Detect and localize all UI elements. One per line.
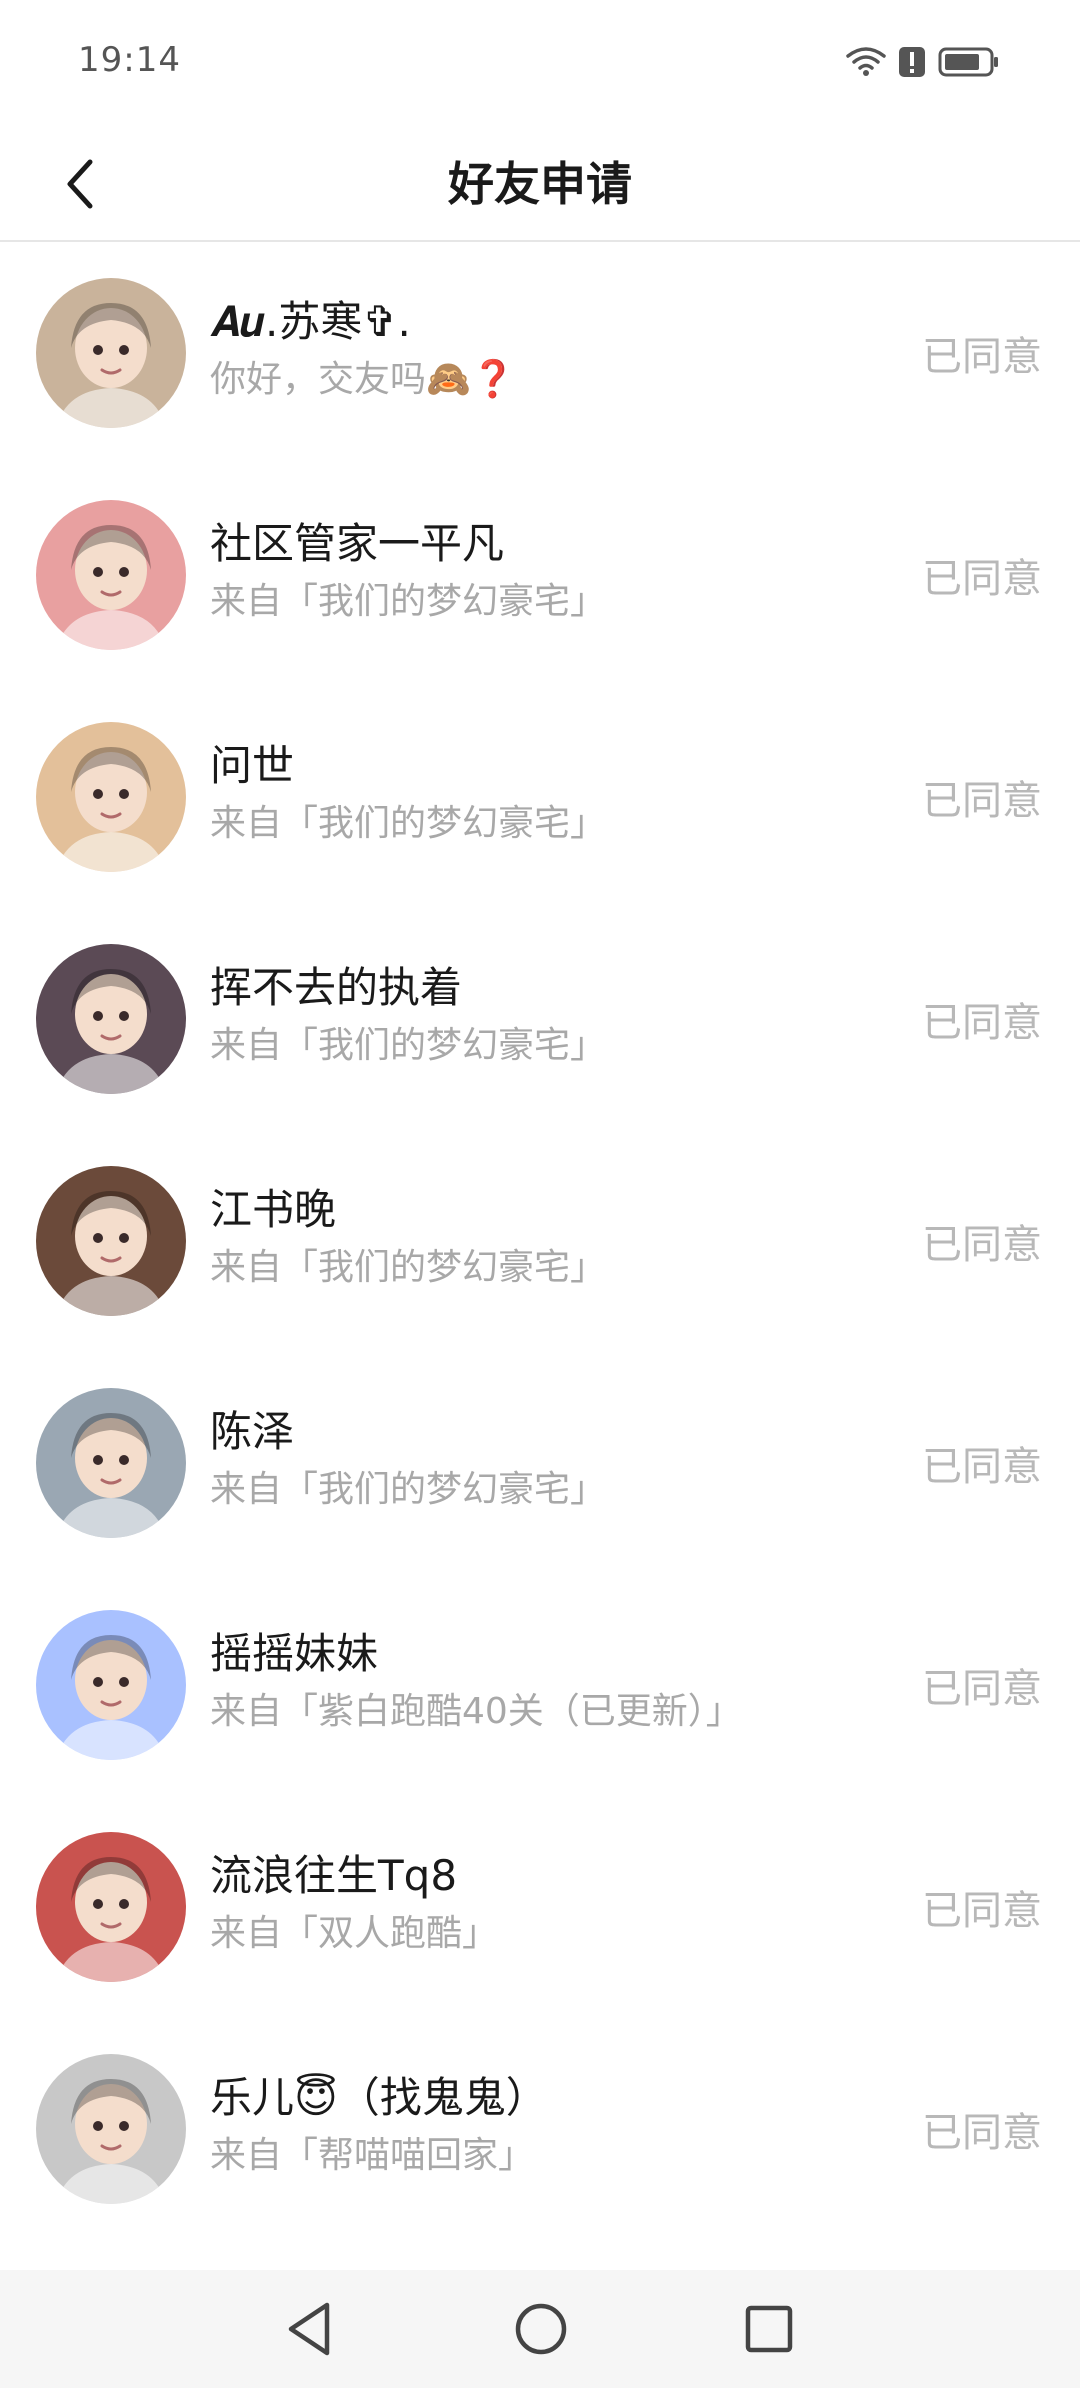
friend-request-item[interactable]: 江书晚 来自「我们的梦幻豪宅」 已同意 [0, 1130, 1080, 1352]
app-header: 好友申请 [0, 128, 1080, 242]
friend-request-item[interactable]: 社区管家一平凡 来自「我们的梦幻豪宅」 已同意 [0, 464, 1080, 686]
nav-home-button[interactable] [504, 2292, 578, 2366]
avatar[interactable] [36, 944, 186, 1094]
requester-name: 江书晚 [210, 1185, 337, 1234]
request-status: 已同意 [922, 1888, 1042, 1934]
friend-request-list: 𝑨𝒖.苏寒✞. 你好，交友吗🙈❓ 已同意 社区管家一平凡 来自「我们的梦幻豪宅」… [0, 242, 1080, 2240]
back-button[interactable] [44, 148, 116, 220]
requester-name: 问世 [210, 741, 295, 790]
requester-name: 社区管家一平凡 [210, 519, 505, 568]
requester-name: 摇摇妹妹 [210, 1629, 379, 1678]
alert-icon [898, 46, 926, 82]
request-source: 来自「我们的梦幻豪宅」 [210, 581, 607, 622]
request-status: 已同意 [922, 334, 1042, 380]
page-title: 好友申请 [448, 157, 632, 211]
requester-name: 流浪往生Tq8 [210, 1851, 458, 1900]
avatar[interactable] [36, 1388, 186, 1538]
request-status: 已同意 [922, 556, 1042, 602]
wifi-icon [846, 46, 886, 82]
friend-request-item[interactable]: 乐儿😇（找鬼鬼） 来自「帮喵喵回家」 已同意 [0, 2018, 1080, 2240]
friend-request-item[interactable]: 问世 来自「我们的梦幻豪宅」 已同意 [0, 686, 1080, 908]
requester-name: 挥不去的执着 [210, 963, 463, 1012]
avatar[interactable] [36, 1610, 186, 1760]
avatar[interactable] [36, 1166, 186, 1316]
friend-request-item[interactable]: 流浪往生Tq8 来自「双人跑酷」 已同意 [0, 1796, 1080, 2018]
request-source: 来自「我们的梦幻豪宅」 [210, 1247, 607, 1288]
request-status: 已同意 [922, 1222, 1042, 1268]
requester-name: 陈泽 [210, 1407, 295, 1456]
request-source: 来自「帮喵喵回家」 [210, 2135, 535, 2176]
requester-name: 乐儿😇（找鬼鬼） [210, 2073, 548, 2122]
request-status: 已同意 [922, 1666, 1042, 1712]
square-recent-icon [745, 2305, 793, 2353]
avatar[interactable] [36, 2054, 186, 2204]
avatar[interactable] [36, 278, 186, 428]
avatar[interactable] [36, 500, 186, 650]
request-source: 来自「我们的梦幻豪宅」 [210, 1469, 607, 1510]
status-bar: 19:14 [0, 0, 1080, 128]
status-icons [846, 46, 1000, 82]
avatar[interactable] [36, 1832, 186, 1982]
status-time: 19:14 [78, 40, 181, 80]
friend-request-item[interactable]: 摇摇妹妹 来自「紫白跑酷40关（已更新）」 已同意 [0, 1574, 1080, 1796]
friend-request-item[interactable]: 挥不去的执着 来自「我们的梦幻豪宅」 已同意 [0, 908, 1080, 1130]
nav-back-button[interactable] [272, 2292, 346, 2366]
request-message: 你好，交友吗🙈❓ [210, 359, 516, 400]
request-source: 来自「紫白跑酷40关（已更新）」 [210, 1691, 742, 1732]
request-source: 来自「我们的梦幻豪宅」 [210, 1025, 607, 1066]
system-nav-bar [0, 2270, 1080, 2388]
nav-recent-button[interactable] [732, 2292, 806, 2366]
chevron-left-icon [67, 159, 93, 209]
triangle-back-icon [288, 2302, 330, 2356]
friend-request-item[interactable]: 𝑨𝒖.苏寒✞. 你好，交友吗🙈❓ 已同意 [0, 242, 1080, 464]
avatar[interactable] [36, 722, 186, 872]
request-status: 已同意 [922, 778, 1042, 824]
request-source: 来自「双人跑酷」 [210, 1913, 499, 1954]
request-source: 来自「我们的梦幻豪宅」 [210, 803, 607, 844]
battery-icon [938, 46, 1000, 82]
requester-name: 𝑨𝒖.苏寒✞. [210, 297, 411, 346]
circle-home-icon [515, 2303, 567, 2355]
request-status: 已同意 [922, 1000, 1042, 1046]
friend-request-item[interactable]: 陈泽 来自「我们的梦幻豪宅」 已同意 [0, 1352, 1080, 1574]
request-status: 已同意 [922, 1444, 1042, 1490]
request-status: 已同意 [922, 2110, 1042, 2156]
